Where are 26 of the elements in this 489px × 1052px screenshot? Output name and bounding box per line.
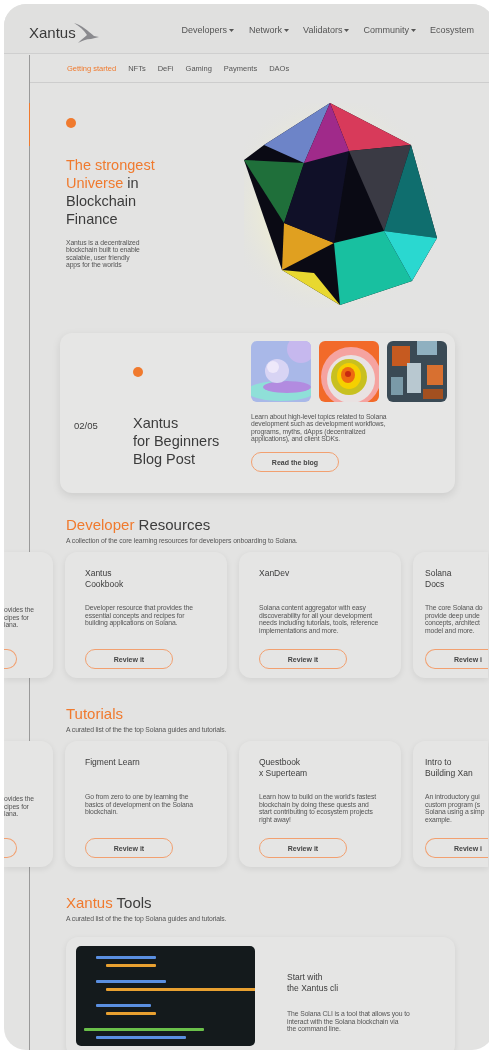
logo-text[interactable]: Xantus (29, 25, 76, 40)
card-title: Xantus Cookbook (85, 568, 125, 590)
card-title: XanDev (259, 568, 291, 580)
card-title: Intro to Building Xan (425, 757, 474, 779)
caret-icon (411, 28, 416, 32)
section-title: Developer Resources (66, 516, 212, 534)
card-title: Figment Learn (85, 757, 141, 769)
nav-link[interactable]: Ecosystem (430, 25, 474, 35)
nav-link[interactable]: Community (363, 25, 416, 35)
accent-dot (66, 118, 76, 128)
caret-icon (229, 28, 235, 32)
card-title: Start with the Xantus cli (287, 972, 340, 994)
caret-icon (284, 28, 290, 32)
card-title: Questbook x Superteam (259, 757, 309, 779)
nav-link[interactable]: Network (249, 25, 290, 35)
blog-title: Xantus for Beginners Blog Post (133, 414, 220, 468)
accent-bar (29, 103, 30, 146)
card-title: Solana Docs (425, 568, 453, 590)
nav-link[interactable]: Validators (303, 25, 350, 35)
caret-icon (344, 28, 350, 32)
section-title: Tutorials (66, 705, 124, 723)
section-title: Xantus Tools (66, 894, 153, 912)
accent-dot (133, 367, 143, 377)
slide-counter: 02/05 (74, 420, 99, 433)
hero-heading: The strongest Universe in Blockchain Finance (66, 156, 156, 228)
nav-link[interactable]: Developers (181, 25, 235, 35)
